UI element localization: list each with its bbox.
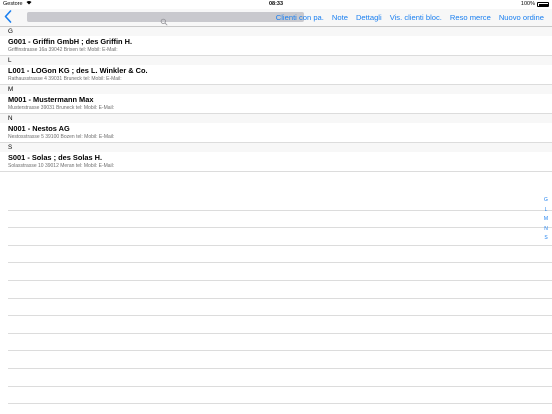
note-button[interactable]: Note: [332, 13, 348, 22]
section-header-g: G: [0, 27, 552, 36]
customer-details: Nestosstrasse 5 39100 Bozen tel: Mobil: …: [8, 134, 115, 140]
search-icon: [160, 13, 168, 26]
index-letter-n[interactable]: N: [544, 225, 548, 235]
list-item[interactable]: S001 - Solas ; des Solas H. Solasstrasse…: [0, 152, 552, 172]
customer-title: G001 - Griffin GmbH ; des Griffin H.: [8, 37, 133, 46]
clienti-con-pa-button[interactable]: Clienti con pa.: [276, 13, 324, 22]
nuovo-ordine-button[interactable]: Nuovo ordine: [499, 13, 544, 22]
empty-row: [8, 281, 552, 299]
back-button[interactable]: [4, 10, 16, 24]
empty-row: [8, 299, 552, 317]
customer-title: N001 - Nestos AG: [8, 124, 70, 133]
empty-row: [8, 387, 552, 405]
index-letter-s[interactable]: S: [544, 234, 547, 244]
empty-rows: [8, 193, 552, 405]
empty-row: [8, 193, 552, 211]
status-bar: Gestore 08:33 100%: [0, 0, 552, 9]
customer-details: Solasstrasse 10 39012 Meran tel: Mobil: …: [8, 163, 115, 169]
navigation-bar: Clienti con pa. Note Dettagli Vis. clien…: [0, 9, 552, 27]
customer-title: S001 - Solas ; des Solas H.: [8, 153, 103, 162]
empty-row: [8, 263, 552, 281]
empty-row: [8, 246, 552, 264]
dettagli-button[interactable]: Dettagli: [356, 13, 382, 22]
search-input[interactable]: [27, 12, 304, 26]
section-header-n: N: [0, 114, 552, 123]
nav-actions: Clienti con pa. Note Dettagli Vis. clien…: [276, 9, 544, 26]
customer-details: Musterstrasse 39031 Bruneck tel: Mobil: …: [8, 105, 115, 111]
section-header-s: S: [0, 143, 552, 152]
empty-row: [8, 211, 552, 229]
index-letter-l[interactable]: L: [545, 206, 548, 216]
vis-clienti-bloc-button[interactable]: Vis. clienti bloc.: [390, 13, 442, 22]
chevron-left-icon: [4, 10, 12, 23]
list-item[interactable]: M001 - Mustermann Max Musterstrasse 3903…: [0, 94, 552, 114]
customer-title: M001 - Mustermann Max: [8, 95, 94, 104]
empty-row: [8, 334, 552, 352]
customer-details: Griffinstrasse 16a 39042 Brixen tel: Mob…: [8, 47, 118, 53]
empty-row: [8, 369, 552, 387]
customer-title: L001 - LOGon KG ; des L. Winkler & Co.: [8, 66, 148, 75]
clock: 08:33: [268, 1, 284, 7]
battery-percent: 100%: [520, 1, 535, 7]
index-letter-m[interactable]: M: [544, 215, 548, 225]
customer-details: Rathausstrasse 4 39031 Bruneck tel: Mobi…: [8, 76, 122, 82]
customer-list: G G001 - Griffin GmbH ; des Griffin H. G…: [0, 27, 552, 172]
empty-row: [8, 228, 552, 246]
reso-merce-button[interactable]: Reso merce: [450, 13, 491, 22]
battery-icon: [537, 2, 549, 7]
section-header-m: M: [0, 85, 552, 94]
empty-row: [8, 316, 552, 334]
list-item[interactable]: L001 - LOGon KG ; des L. Winkler & Co. R…: [0, 65, 552, 85]
index-letter-g[interactable]: G: [544, 196, 548, 206]
empty-row: [8, 351, 552, 369]
list-item[interactable]: N001 - Nestos AG Nestosstrasse 5 39100 B…: [0, 123, 552, 143]
section-header-l: L: [0, 56, 552, 65]
section-index[interactable]: G L M N S: [542, 196, 550, 244]
battery-indicator: 100%: [521, 0, 549, 9]
list-item[interactable]: G001 - Griffin GmbH ; des Griffin H. Gri…: [0, 36, 552, 56]
